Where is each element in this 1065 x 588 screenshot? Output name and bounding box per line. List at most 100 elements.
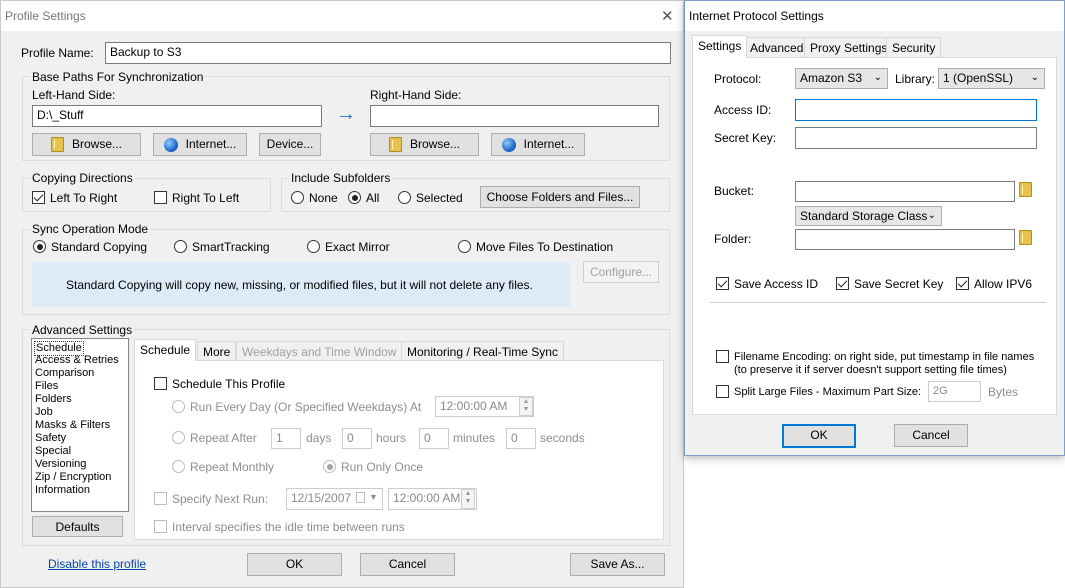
folder-icon[interactable] [1019,230,1032,246]
globe-icon [501,137,516,152]
repeat-minutes-input[interactable]: 0 [419,428,449,449]
right-browse-label: Browse... [409,137,460,151]
tab-weekdays[interactable]: Weekdays and Time Window [236,341,403,361]
storage-class-select[interactable]: Standard Storage Class ⌄ [795,206,942,226]
left-to-right-label: Left To Right [50,191,118,205]
schedule-this-profile-label: Schedule This Profile [172,377,286,391]
subfolders-none-radio[interactable] [291,191,304,204]
ip-cancel-button[interactable]: Cancel [894,424,968,447]
sync-mode-legend: Sync Operation Mode [30,222,151,236]
sync-direction-arrow-icon: → [336,103,356,125]
protocol-select[interactable]: Amazon S3 ⌄ [795,68,888,89]
repeat-days-input[interactable]: 1 [271,428,301,449]
chevron-down-icon[interactable]: ▼ [369,492,378,502]
list-item[interactable]: Job [35,406,53,419]
configure-button[interactable]: Configure... [583,261,659,283]
repeat-monthly-radio[interactable] [172,460,185,473]
right-to-left-checkbox[interactable] [154,191,167,204]
repeat-after-radio[interactable] [172,431,185,444]
smarttracking-radio[interactable] [174,240,187,253]
tab-schedule[interactable]: Schedule [134,339,197,361]
right-path-input[interactable] [370,105,659,127]
subfolders-selected-label: Selected [416,191,463,205]
sync-mode-info-box: Standard Copying will copy new, missing,… [32,262,570,307]
run-every-day-radio[interactable] [172,400,185,413]
bucket-input[interactable] [795,181,1015,202]
library-select[interactable]: 1 (OpenSSL) ⌄ [938,68,1045,89]
split-size-input[interactable]: 2G [928,381,981,402]
interval-idle-checkbox[interactable] [154,520,167,533]
access-id-label: Access ID: [714,103,772,117]
right-browse-button[interactable]: Browse... [370,133,479,156]
right-hand-side-label: Right-Hand Side: [370,88,462,102]
ip-ok-button[interactable]: OK [782,424,856,448]
move-files-radio[interactable] [458,240,471,253]
list-item[interactable]: Masks & Filters [35,419,110,432]
list-item[interactable]: Versioning [35,458,86,471]
filename-encoding-checkbox[interactable] [716,350,729,363]
close-icon[interactable]: ✕ [661,7,674,25]
folder-input[interactable] [795,229,1015,250]
repeat-hours-input[interactable]: 0 [342,428,372,449]
save-access-id-checkbox[interactable] [716,277,729,290]
folder-label: Folder: [714,232,752,246]
profile-name-input[interactable]: Backup to S3 [105,42,671,64]
repeat-hours-label: hours [376,431,407,445]
allow-ipv6-checkbox[interactable] [956,277,969,290]
disable-profile-link[interactable]: Disable this profile [48,557,146,571]
protocol-label: Protocol: [714,72,762,86]
choose-folders-button[interactable]: Choose Folders and Files... [480,186,640,208]
left-internet-button[interactable]: Internet... [153,133,247,156]
list-item[interactable]: Folders [35,393,72,406]
access-id-input[interactable] [795,99,1037,121]
tab-more[interactable]: More [197,341,237,361]
list-item[interactable]: Comparison [35,367,94,380]
right-internet-button[interactable]: Internet... [491,133,585,156]
list-item[interactable]: Special [35,445,71,458]
specify-next-run-checkbox[interactable] [154,492,167,505]
tab-security[interactable]: Security [886,37,942,58]
calendar-icon[interactable] [356,492,365,503]
cancel-button[interactable]: Cancel [360,553,455,576]
tab-settings[interactable]: Settings [692,35,748,58]
list-item[interactable]: Information [35,484,90,497]
time-spinner-icon[interactable]: ▲ ▼ [461,489,475,509]
advanced-settings-legend: Advanced Settings [30,323,135,337]
save-as-button[interactable]: Save As... [570,553,665,576]
standard-copying-radio[interactable] [33,240,46,253]
list-item[interactable]: Files [35,380,58,393]
run-only-once-radio[interactable] [323,460,336,473]
defaults-button[interactable]: Defaults [32,516,123,537]
subfolders-all-radio[interactable] [348,191,361,204]
tab-monitoring[interactable]: Monitoring / Real-Time Sync [401,341,564,361]
left-to-right-checkbox[interactable] [32,191,45,204]
split-large-files-label: Split Large Files - Maximum Part Size: [734,386,922,398]
secret-key-input[interactable] [795,127,1037,149]
subfolders-selected-radio[interactable] [398,191,411,204]
filename-encoding-label: Filename Encoding: on right side, put ti… [734,351,1035,363]
repeat-minutes-label: minutes [453,431,496,445]
internet-protocol-window: Internet Protocol Settings Settings Adva… [684,0,1065,456]
folder-icon[interactable] [1019,182,1032,198]
right-to-left-label: Right To Left [172,191,240,205]
repeat-seconds-label: seconds [540,431,585,445]
exact-mirror-radio[interactable] [307,240,320,253]
filename-encoding-note: (to preserve it if server doesn't suppor… [734,364,1007,376]
list-item[interactable]: Access & Retries [35,354,119,367]
save-secret-key-checkbox[interactable] [836,277,849,290]
split-large-files-checkbox[interactable] [716,385,729,398]
globe-icon [163,137,178,152]
repeat-seconds-input[interactable]: 0 [506,428,536,449]
bucket-label: Bucket: [714,184,755,198]
left-path-input[interactable]: D:\_Stuff [32,105,322,127]
schedule-this-profile-checkbox[interactable] [154,377,167,390]
save-secret-key-label: Save Secret Key [854,277,944,291]
list-item[interactable]: Safety [35,432,66,445]
tab-proxy-settings[interactable]: Proxy Settings [804,37,894,58]
time-spinner-icon[interactable]: ▲ ▼ [519,397,533,416]
list-item[interactable]: Zip / Encryption [35,471,111,484]
left-device-button[interactable]: Device... [259,133,321,156]
left-browse-button[interactable]: Browse... [32,133,141,156]
ok-button[interactable]: OK [247,553,342,576]
tab-advanced[interactable]: Advanced [744,37,810,58]
